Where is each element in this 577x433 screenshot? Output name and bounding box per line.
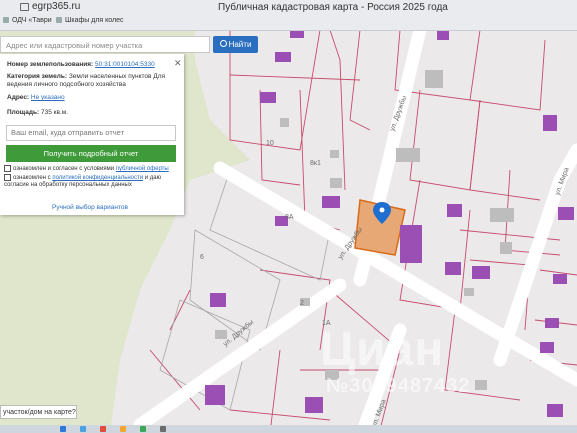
consent-privacy-text: ознакомлен с bbox=[13, 175, 51, 182]
app-icon[interactable] bbox=[140, 426, 146, 432]
parcel-label: 10 bbox=[266, 140, 274, 147]
map-question-button[interactable]: участок/дом на карте? bbox=[0, 405, 77, 419]
privacy-checkbox[interactable] bbox=[4, 174, 11, 181]
close-icon[interactable]: ✕ bbox=[174, 59, 182, 68]
search-input[interactable]: Адрес или кадастровый номер участка bbox=[0, 36, 210, 53]
category-label: Категория земель: bbox=[7, 73, 68, 80]
screen: ул. Дружбы ул. Дружбы ул. Мира ул. Мира … bbox=[0, 0, 577, 433]
find-button[interactable]: Найти bbox=[213, 36, 258, 53]
bookmarks-bar: ОДЧ «Таври Шкафы для колес bbox=[0, 17, 577, 30]
parcel-info-panel: ✕ Номер землепользования: 50:31:0010104:… bbox=[0, 54, 184, 215]
category-row: Категория земель: Земли населенных пункт… bbox=[7, 73, 175, 89]
app-icon[interactable] bbox=[80, 426, 86, 432]
cadastral-label: Номер землепользования: bbox=[7, 61, 94, 68]
bookmark-item[interactable]: Шкафы для колес bbox=[56, 17, 124, 24]
app-icon[interactable] bbox=[60, 426, 66, 432]
taskbar bbox=[0, 425, 577, 433]
bookmark-label: ОДЧ «Таври bbox=[12, 17, 52, 24]
address-value-link[interactable]: Не указано bbox=[31, 94, 65, 101]
consent-offer: ознакомлен и согласен с условиями публич… bbox=[4, 165, 179, 173]
cadastral-row: Номер землепользования: 50:31:0010104:53… bbox=[7, 61, 175, 69]
app-icon[interactable] bbox=[120, 426, 126, 432]
lock-icon bbox=[20, 3, 29, 11]
find-button-label: Найти bbox=[228, 40, 252, 49]
bookmark-label: Шкафы для колес bbox=[65, 17, 124, 24]
manual-selection-link[interactable]: Ручной выбор вариантов bbox=[52, 204, 128, 211]
area-label: Площадь: bbox=[7, 109, 40, 116]
app-icon[interactable] bbox=[100, 426, 106, 432]
search-icon bbox=[219, 40, 227, 48]
get-report-button[interactable]: Получить подробный отчет bbox=[6, 145, 176, 162]
browser-toolbar: egrp365.ru Публичная кадастровая карта -… bbox=[0, 0, 577, 31]
cadastral-number-link[interactable]: 50:31:0010104:5330 bbox=[95, 61, 155, 68]
parcel-label: 6 bbox=[200, 254, 204, 261]
address-label: Адрес: bbox=[7, 94, 30, 101]
offer-checkbox[interactable] bbox=[4, 165, 11, 172]
app-icon[interactable] bbox=[160, 426, 166, 432]
area-row: Площадь: 735 кв.м. bbox=[7, 109, 175, 117]
consent-offer-text: ознакомлен и согласен с условиями bbox=[13, 166, 115, 173]
parcel-label: 8к1 bbox=[310, 160, 321, 167]
offer-link[interactable]: публичной оферты bbox=[116, 166, 169, 172]
parcel-label: 8А bbox=[285, 214, 294, 221]
bookmark-icon bbox=[3, 17, 9, 24]
email-field[interactable]: Ваш email, куда отправить отчет bbox=[6, 125, 176, 141]
page-title: Публичная кадастровая карта - Россия 202… bbox=[218, 2, 448, 13]
address-row: Адрес: Не указано bbox=[7, 94, 175, 102]
watermark-id: №3019487432 bbox=[326, 375, 471, 397]
parcel-label: 2 bbox=[300, 300, 304, 307]
bookmark-item[interactable]: ОДЧ «Таври bbox=[3, 17, 52, 24]
privacy-link[interactable]: политикой конфиденциальности bbox=[52, 175, 143, 181]
area-value: 735 кв.м. bbox=[40, 109, 68, 116]
watermark-logo: Циан bbox=[320, 323, 445, 376]
consent-privacy: ознакомлен с политикой конфиденциальност… bbox=[4, 174, 179, 189]
bookmark-icon bbox=[56, 17, 62, 24]
address-bar[interactable]: egrp365.ru bbox=[32, 1, 80, 12]
